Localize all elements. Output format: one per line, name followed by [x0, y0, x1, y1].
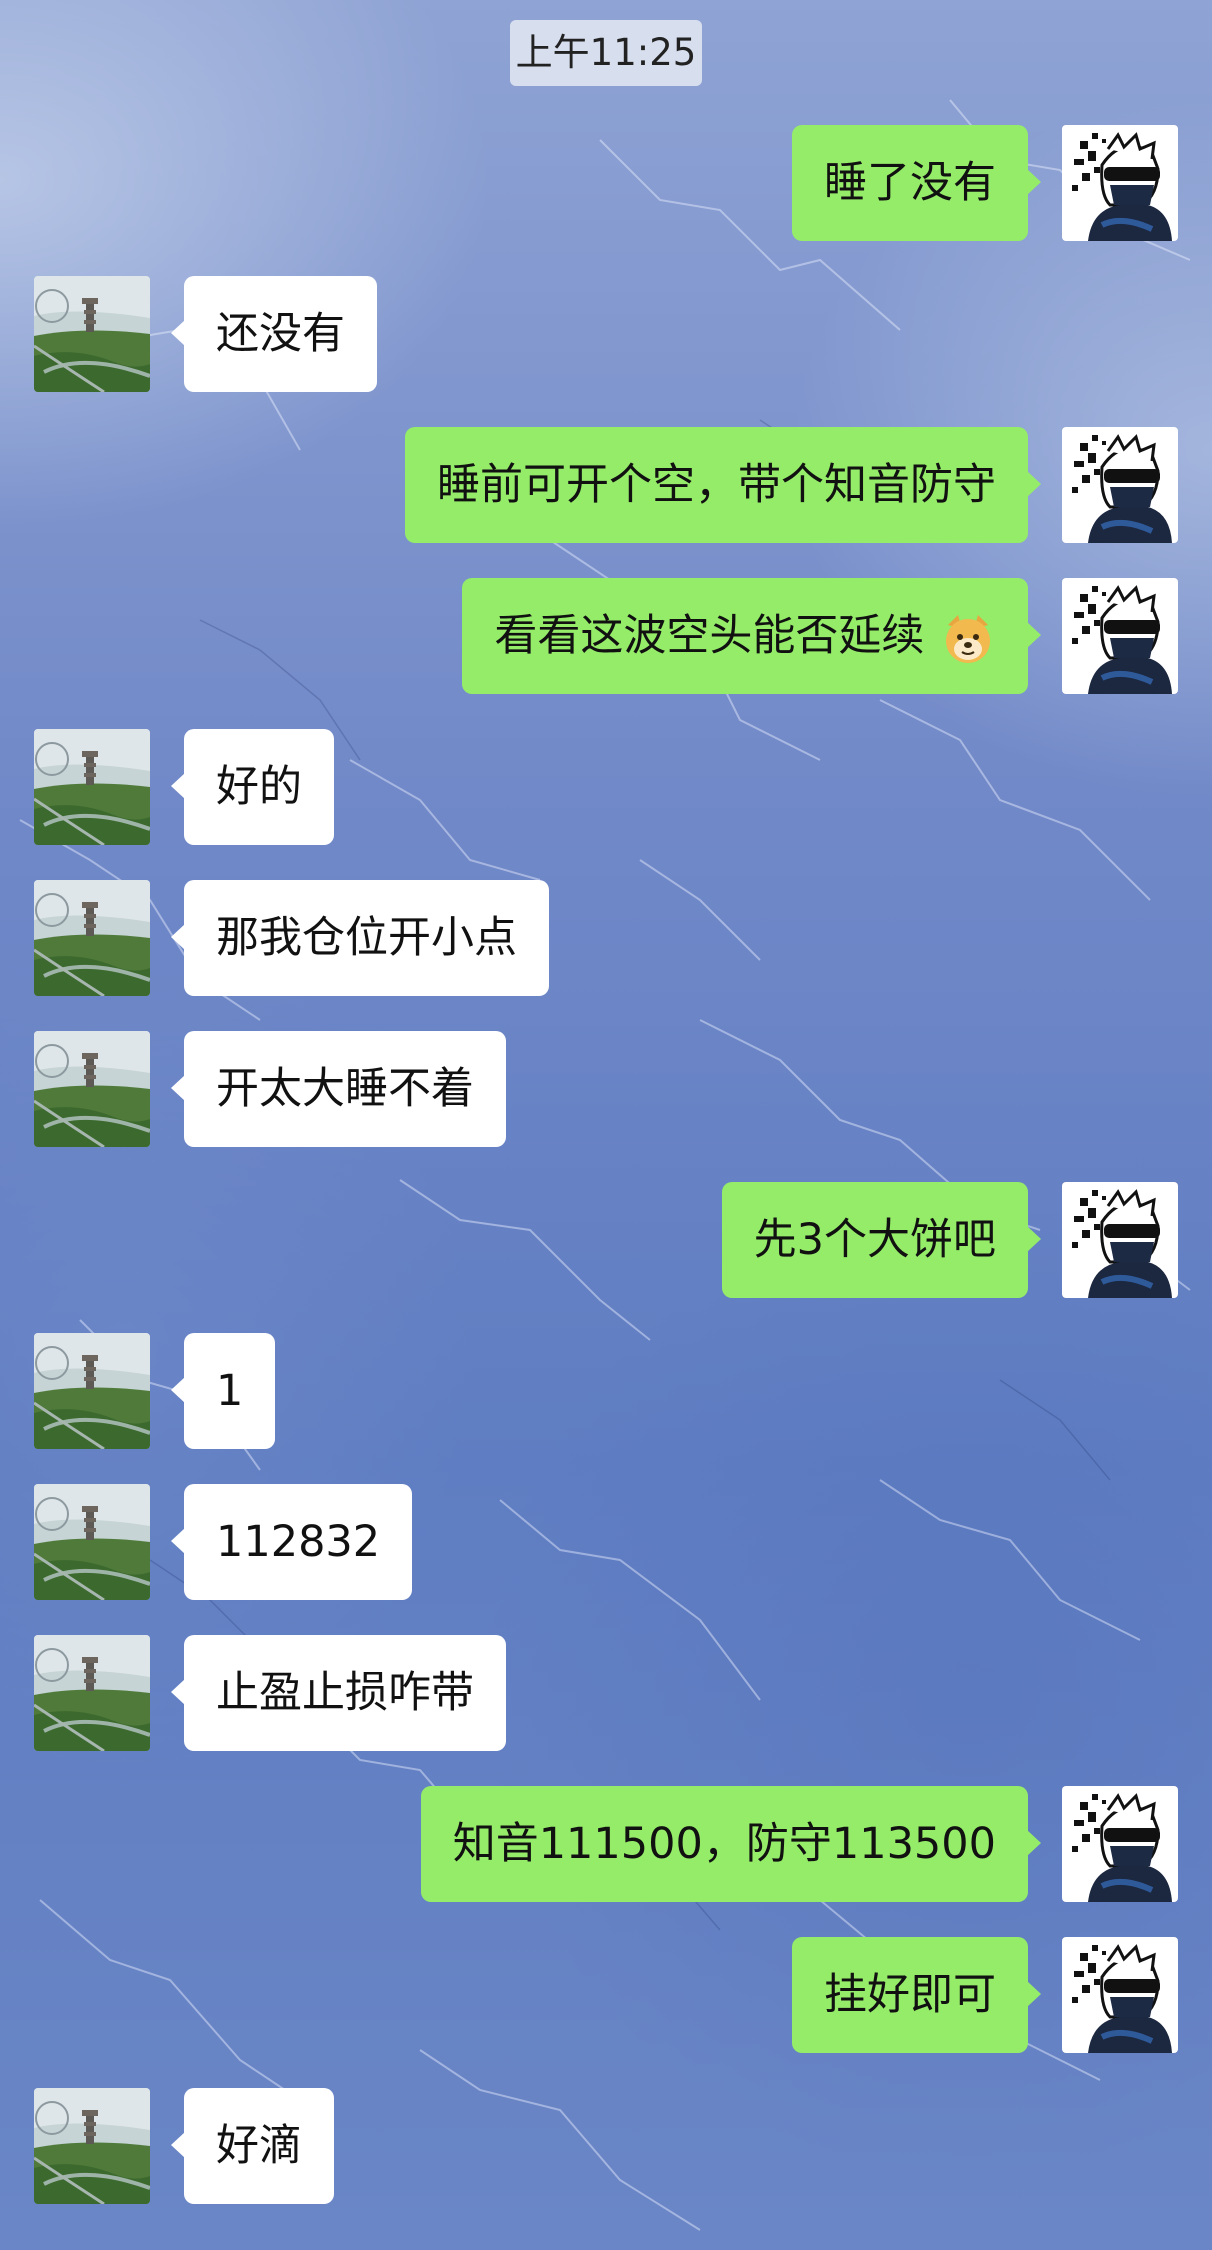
- contact-avatar[interactable]: [34, 1635, 150, 1751]
- sent-message-row: 睡前可开个空，带个知音防守: [0, 427, 1212, 543]
- my-avatar[interactable]: [1062, 125, 1178, 241]
- sent-message-bubble[interactable]: 先3个大饼吧: [721, 1182, 1042, 1298]
- received-message-bubble[interactable]: 那我仓位开小点: [171, 880, 549, 996]
- received-message-bubble[interactable]: 好滴: [171, 2088, 334, 2204]
- sent-message-row: 看看这波空头能否延续: [0, 578, 1212, 694]
- message-text: 好的: [216, 762, 302, 812]
- sent-message-bubble[interactable]: 知音111500，防守113500: [420, 1786, 1042, 1902]
- my-avatar[interactable]: [1062, 578, 1178, 694]
- sent-message-bubble[interactable]: 睡了没有: [792, 125, 1041, 241]
- timestamp-badge: 上午11:25: [510, 20, 702, 86]
- my-avatar[interactable]: [1062, 1182, 1178, 1298]
- received-message-bubble[interactable]: 开太大睡不着: [171, 1031, 506, 1147]
- received-message-bubble[interactable]: 112832: [170, 1484, 413, 1600]
- received-message-bubble[interactable]: 止盈止损咋带: [171, 1635, 506, 1751]
- message-text: 知音111500，防守113500: [452, 1819, 996, 1869]
- sent-message-row: 睡了没有: [0, 125, 1212, 241]
- sent-message-row: 知音111500，防守113500: [0, 1786, 1212, 1902]
- my-avatar[interactable]: [1062, 1937, 1178, 2053]
- contact-avatar[interactable]: [34, 1484, 150, 1600]
- received-message-row: 1: [0, 1333, 1212, 1449]
- sent-message-bubble[interactable]: 看看这波空头能否延续: [462, 578, 1041, 694]
- received-message-row: 112832: [0, 1484, 1212, 1600]
- message-text: 开太大睡不着: [216, 1064, 474, 1114]
- received-message-bubble[interactable]: 好的: [171, 729, 334, 845]
- message-text: 112832: [216, 1517, 381, 1567]
- contact-avatar[interactable]: [34, 2088, 150, 2204]
- sent-message-bubble[interactable]: 挂好即可: [792, 1937, 1041, 2053]
- received-message-row: 开太大睡不着: [0, 1031, 1212, 1147]
- message-text: 好滴: [216, 2121, 302, 2171]
- doge-emoji-icon: [946, 614, 990, 663]
- contact-avatar[interactable]: [34, 880, 150, 996]
- received-message-row: 止盈止损咋带: [0, 1635, 1212, 1751]
- received-message-bubble[interactable]: 还没有: [171, 276, 377, 392]
- contact-avatar[interactable]: [34, 1333, 150, 1449]
- sent-message-row: 先3个大饼吧: [0, 1182, 1212, 1298]
- message-text: 睡了没有: [824, 158, 996, 208]
- contact-avatar[interactable]: [34, 1031, 150, 1147]
- my-avatar[interactable]: [1062, 1786, 1178, 1902]
- sent-message-row: 挂好即可: [0, 1937, 1212, 2053]
- message-text: 挂好即可: [824, 1970, 996, 2020]
- message-text: 还没有: [216, 309, 345, 359]
- received-message-bubble[interactable]: 1: [170, 1333, 276, 1449]
- contact-avatar[interactable]: [34, 276, 150, 392]
- received-message-row: 还没有: [0, 276, 1212, 392]
- my-avatar[interactable]: [1062, 427, 1178, 543]
- received-message-row: 好的: [0, 729, 1212, 845]
- message-text: 先3个大饼吧: [753, 1215, 996, 1265]
- message-text: 止盈止损咋带: [216, 1668, 474, 1718]
- received-message-row: 那我仓位开小点: [0, 880, 1212, 996]
- message-text: 睡前可开个空，带个知音防守: [437, 460, 996, 510]
- message-text: 1: [216, 1366, 244, 1416]
- contact-avatar[interactable]: [34, 729, 150, 845]
- message-text: 看看这波空头能否延续: [494, 611, 925, 661]
- message-text: 那我仓位开小点: [216, 913, 517, 963]
- received-message-row: 好滴: [0, 2088, 1212, 2204]
- sent-message-bubble[interactable]: 睡前可开个空，带个知音防守: [405, 427, 1041, 543]
